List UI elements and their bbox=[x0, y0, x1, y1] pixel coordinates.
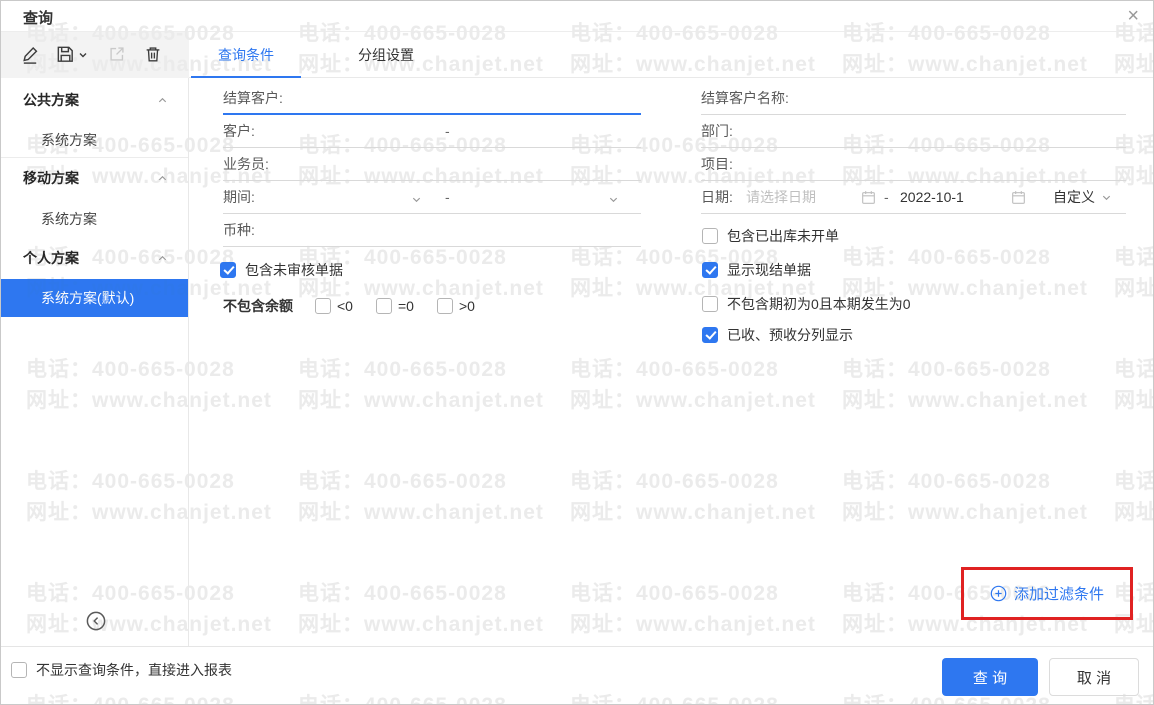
checkbox-include-shipped-unbilled[interactable]: 包含已出库未开单 bbox=[702, 219, 839, 252]
cancel-button[interactable]: 取 消 bbox=[1049, 658, 1139, 696]
form-left-column: 结算客户: 客户: - 业务员: 期间: - 币种: bbox=[223, 82, 641, 247]
chevron-down-icon bbox=[1102, 195, 1111, 200]
checkbox-balance-lt0[interactable]: <0 bbox=[315, 297, 353, 314]
checkbox-include-unaudited[interactable]: 包含未审核单据 bbox=[220, 253, 343, 286]
add-filter-highlight-box: 添加过滤条件 bbox=[961, 567, 1133, 620]
date-range-type-select[interactable]: 自定义 bbox=[1053, 187, 1112, 207]
checkbox bbox=[315, 297, 331, 314]
sidebar-group-personal[interactable]: 个人方案 bbox=[1, 239, 188, 277]
settle-customer-field[interactable]: 结算客户: bbox=[223, 82, 641, 115]
tab-group-settings[interactable]: 分组设置 bbox=[331, 32, 441, 77]
sidebar-item-system-scheme[interactable]: 系统方案 bbox=[1, 122, 188, 158]
period-from-chevron-down-icon[interactable] bbox=[411, 192, 422, 210]
save-icon[interactable] bbox=[55, 44, 88, 65]
export-icon bbox=[107, 44, 127, 64]
checkbox-show-cash-settled[interactable]: 显示现结单据 bbox=[702, 253, 811, 286]
checkbox bbox=[702, 227, 718, 244]
checkbox-exclude-zero-balance[interactable]: 不包含期初为0且本期发生为0 bbox=[702, 287, 911, 320]
sidebar-item-system-scheme[interactable]: 系统方案 bbox=[1, 201, 188, 237]
collapse-sidebar-icon[interactable] bbox=[84, 609, 108, 633]
date-start-input[interactable]: 请选择日期 bbox=[746, 187, 816, 207]
checkbox bbox=[375, 297, 392, 314]
calendar-icon[interactable] bbox=[861, 190, 876, 210]
project-field[interactable]: 项目: bbox=[701, 148, 1126, 181]
date-end-input[interactable]: 2022-10-1 bbox=[900, 189, 964, 205]
calendar-icon[interactable] bbox=[1011, 190, 1026, 210]
dialog-title: 查询 bbox=[23, 10, 54, 27]
sidebar-group-public[interactable]: 公共方案 bbox=[1, 81, 188, 119]
checkbox-balance-gt0[interactable]: >0 bbox=[436, 297, 475, 314]
toolbar bbox=[1, 32, 189, 78]
checkbox bbox=[702, 295, 718, 312]
tab-bar: 查询条件 分组设置 bbox=[189, 32, 1153, 78]
edit-icon[interactable] bbox=[20, 44, 41, 65]
chevron-up-icon bbox=[158, 97, 167, 102]
settle-customer-name-field[interactable]: 结算客户名称: bbox=[701, 82, 1126, 115]
chevron-up-icon bbox=[158, 255, 167, 260]
plus-circle-icon[interactable] bbox=[990, 585, 1007, 602]
dialog-footer: 不显示查询条件，直接进入报表 查 询 取 消 bbox=[1, 646, 1153, 704]
add-filter-link[interactable]: 添加过滤条件 bbox=[1014, 583, 1104, 604]
scheme-sidebar: 公共方案 系统方案 移动方案 系统方案 个人方案 系统方案(默认) bbox=[1, 78, 189, 646]
sidebar-item-system-scheme-default[interactable]: 系统方案(默认) bbox=[1, 279, 188, 317]
delete-icon[interactable] bbox=[143, 44, 163, 64]
chevron-up-icon bbox=[158, 175, 167, 180]
department-field[interactable]: 部门: bbox=[701, 115, 1126, 148]
salesman-field[interactable]: 业务员: bbox=[223, 148, 641, 181]
currency-field[interactable]: 币种: bbox=[223, 214, 641, 247]
save-dropdown-chevron bbox=[79, 52, 87, 57]
customer-field[interactable]: 客户: - bbox=[223, 115, 641, 148]
query-conditions-panel: 结算客户: 客户: - 业务员: 期间: - 币种: 结算客户名称: 部门: 项… bbox=[189, 78, 1153, 646]
exclude-balance-row: 不包含余额 <0 =0 >0 bbox=[223, 297, 475, 314]
checkbox-skip-query-conditions[interactable]: 不显示查询条件，直接进入报表 bbox=[11, 660, 232, 680]
sidebar-divider bbox=[1, 157, 188, 158]
checkbox bbox=[220, 261, 236, 278]
checkbox-balance-eq0[interactable]: =0 bbox=[375, 297, 414, 314]
title-bar: 查询 × bbox=[1, 1, 1153, 32]
checkbox bbox=[702, 261, 718, 278]
tab-query-conditions[interactable]: 查询条件 bbox=[191, 32, 301, 78]
checkbox bbox=[11, 662, 27, 678]
period-field[interactable]: 期间: - bbox=[223, 181, 641, 214]
form-right-column: 结算客户名称: 部门: 项目: 日期: 请选择日期 - 2022-10-1 自定… bbox=[701, 82, 1126, 214]
query-dialog: 查询 × 查询条件 分组设置 公共方案 系统方案 移动方案 系统方案 个人方案 … bbox=[0, 0, 1154, 705]
query-button[interactable]: 查 询 bbox=[942, 658, 1038, 696]
checkbox-received-prepaid-split[interactable]: 已收、预收分列显示 bbox=[702, 318, 853, 351]
close-icon[interactable]: × bbox=[1127, 5, 1139, 27]
period-to-chevron-down-icon[interactable] bbox=[608, 192, 619, 210]
sidebar-group-mobile[interactable]: 移动方案 bbox=[1, 159, 188, 197]
checkbox bbox=[436, 297, 453, 314]
checkbox bbox=[702, 326, 718, 343]
date-range-field[interactable]: 日期: 请选择日期 - 2022-10-1 自定义 bbox=[701, 181, 1126, 214]
